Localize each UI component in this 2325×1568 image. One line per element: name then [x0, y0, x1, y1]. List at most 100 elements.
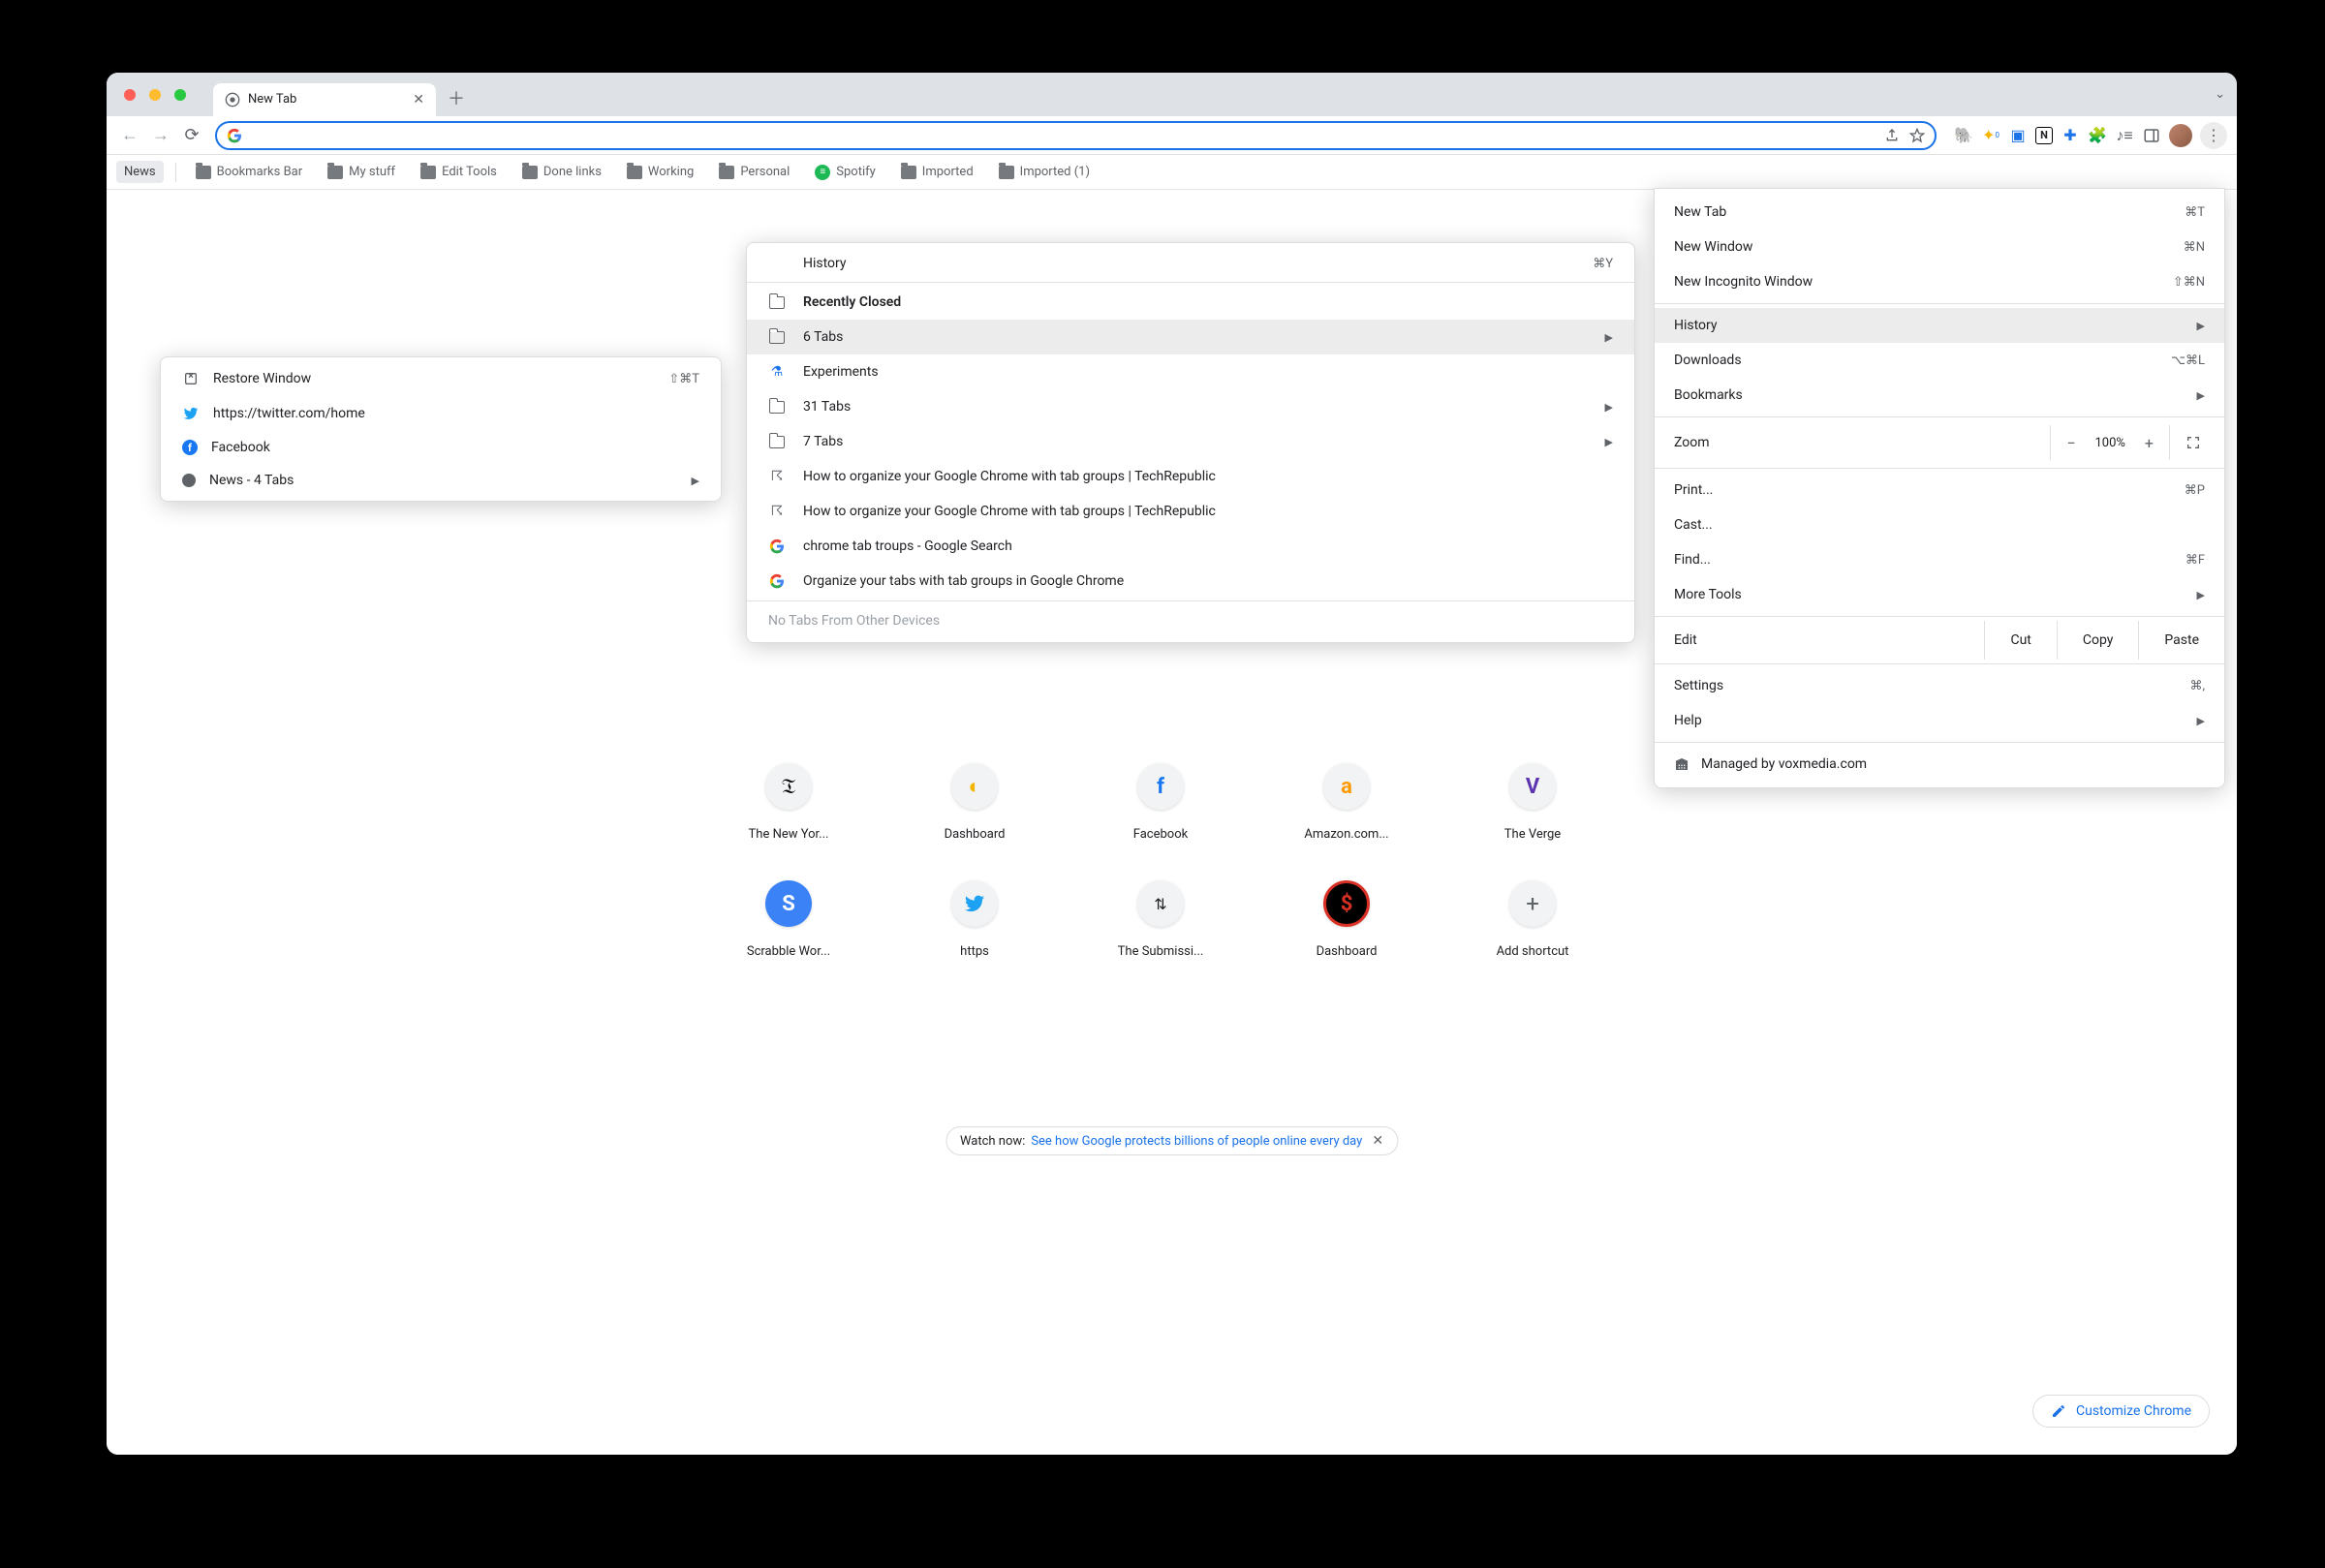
history-item[interactable]: 6 Tabs ▶ [747, 320, 1634, 354]
side-panel-icon[interactable] [2142, 126, 2161, 145]
menu-bookmarks[interactable]: Bookmarks▶ [1655, 378, 2224, 413]
menu-find[interactable]: Find...⌘F [1655, 542, 2224, 577]
bookmark-folder[interactable]: Working [619, 161, 701, 183]
close-window-button[interactable] [124, 89, 136, 101]
maximize-window-button[interactable] [174, 89, 186, 101]
reload-button[interactable]: ⟳ [178, 122, 205, 149]
toolbar: ← → ⟳ 🐘 ✦0 ▣ N ✚ 🧩 ♪≡ ⋮ [107, 116, 2237, 155]
new-tab-button[interactable]: ＋ [448, 85, 465, 110]
extension-icon[interactable]: ✚ [2061, 126, 2080, 145]
history-item[interactable]: 31 Tabs ▶ [747, 389, 1634, 424]
close-tab-button[interactable]: ✕ [413, 92, 424, 108]
shortcut-tile[interactable]: fFacebook [1068, 763, 1254, 842]
menu-print[interactable]: Print...⌘P [1655, 473, 2224, 507]
bookmark-folder[interactable]: Done links [514, 161, 609, 183]
chevron-right-icon: ▶ [692, 475, 699, 487]
folder-icon [768, 293, 786, 311]
bookmark-folder[interactable]: Personal [711, 161, 797, 183]
evernote-extension-icon[interactable]: 🐘 [1954, 126, 1973, 145]
menu-settings[interactable]: Settings⌘, [1655, 668, 2224, 703]
shortcut-tile[interactable]: $Dashboard [1254, 880, 1440, 959]
menu-paste[interactable]: Paste [2138, 621, 2224, 660]
profile-avatar[interactable] [2169, 124, 2192, 147]
zoom-in-button[interactable]: + [2145, 434, 2154, 452]
pencil-icon [2051, 1403, 2066, 1419]
browser-tab[interactable]: New Tab ✕ [213, 83, 436, 116]
customize-chrome-button[interactable]: Customize Chrome [2032, 1395, 2210, 1428]
share-icon[interactable] [1884, 128, 1900, 143]
menu-help[interactable]: Help▶ [1655, 703, 2224, 738]
history-item[interactable]: ⚗ Experiments [747, 354, 1634, 389]
shortcut-tile[interactable]: SScrabble Wor... [696, 880, 882, 959]
bookmark-folder[interactable]: Imported [893, 161, 981, 183]
bookmark-folder[interactable]: Bookmarks Bar [188, 161, 311, 183]
address-bar[interactable] [215, 121, 1937, 150]
ntp-shortcuts: 𝔗The New Yor... ◐Dashboard fFacebook aAm… [696, 763, 1626, 959]
notion-extension-icon[interactable]: N [2035, 127, 2053, 144]
menu-new-tab[interactable]: New Tab⌘T [1655, 195, 2224, 230]
bookmark-item[interactable]: ≡Spotify [807, 161, 884, 184]
zoom-out-button[interactable]: − [2066, 434, 2075, 452]
bookmark-tab-group[interactable]: News [116, 161, 164, 183]
menu-managed-notice[interactable]: Managed by voxmedia.com [1655, 747, 2224, 782]
chevron-right-icon: ▶ [2197, 320, 2205, 332]
closed-tab-item[interactable]: f Facebook [161, 431, 721, 464]
menu-separator [1655, 416, 2224, 417]
restore-icon [182, 370, 200, 387]
folder-icon [768, 328, 786, 346]
chevron-right-icon: ▶ [1605, 401, 1613, 414]
menu-downloads[interactable]: Downloads⌥⌘L [1655, 343, 2224, 378]
flask-icon: ⚗ [768, 363, 786, 381]
browser-window: New Tab ✕ ＋ ⌄ ← → ⟳ 🐘 ✦0 ▣ N ✚ 🧩 ♪≡ [107, 73, 2237, 1455]
closed-tab-item[interactable]: https://twitter.com/home [161, 396, 721, 431]
history-item[interactable]: chrome tab troups - Google Search [747, 529, 1634, 564]
bookmark-star-icon[interactable] [1909, 128, 1925, 143]
shortcut-tile[interactable]: 𝔗The New Yor... [696, 763, 882, 842]
history-item[interactable]: Organize your tabs with tab groups in Go… [747, 564, 1634, 599]
folder-icon [420, 166, 436, 179]
history-recently-closed-header: Recently Closed [747, 285, 1634, 320]
shortcut-tile[interactable]: ◐Dashboard [882, 763, 1068, 842]
chrome-menu-button[interactable]: ⋮ [2200, 122, 2227, 149]
menu-copy[interactable]: Copy [2057, 621, 2139, 660]
history-submenu: History ⌘Y Recently Closed 6 Tabs ▶ ⚗ Ex… [746, 242, 1635, 643]
folder-icon [768, 433, 786, 450]
promo-close-icon[interactable]: ✕ [1372, 1133, 1383, 1149]
tabs-submenu: Restore Window ⇧⌘T https://twitter.com/h… [160, 356, 722, 502]
closed-tab-group-item[interactable]: News - 4 Tabs ▶ [161, 464, 721, 497]
restore-window-item[interactable]: Restore Window ⇧⌘T [161, 361, 721, 396]
bookmark-folder[interactable]: Imported (1) [991, 161, 1098, 183]
history-item[interactable]: ☈ How to organize your Google Chrome wit… [747, 459, 1634, 494]
bookmarks-bar: News Bookmarks Bar My stuff Edit Tools D… [107, 155, 2237, 190]
menu-zoom-row: Zoom − 100% + [1655, 421, 2224, 464]
shortcut-tile[interactable]: aAmazon.com... [1254, 763, 1440, 842]
extension-icon[interactable]: ✦0 [1981, 126, 2000, 145]
history-item[interactable]: ☈ How to organize your Google Chrome wit… [747, 494, 1634, 529]
back-button[interactable]: ← [116, 122, 143, 149]
shortcut-tile[interactable]: ⇅The Submissi... [1068, 880, 1254, 959]
folder-icon [196, 166, 211, 179]
tab-list-dropdown[interactable]: ⌄ [2215, 87, 2225, 102]
add-shortcut-tile[interactable]: +Add shortcut [1440, 880, 1626, 959]
bookmark-folder[interactable]: Edit Tools [413, 161, 505, 183]
promo-chip[interactable]: Watch now: See how Google protects billi… [946, 1126, 1398, 1155]
menu-new-incognito[interactable]: New Incognito Window⇧⌘N [1655, 264, 2224, 299]
menu-cut[interactable]: Cut [1984, 621, 2056, 660]
minimize-window-button[interactable] [149, 89, 161, 101]
extensions-puzzle-icon[interactable]: 🧩 [2088, 126, 2107, 145]
shortcut-tile[interactable]: VThe Verge [1440, 763, 1626, 842]
menu-cast[interactable]: Cast... [1655, 507, 2224, 542]
reading-list-icon[interactable]: ♪≡ [2115, 126, 2134, 145]
menu-history[interactable]: History▶ [1655, 308, 2224, 343]
menu-more-tools[interactable]: More Tools▶ [1655, 577, 2224, 612]
forward-button[interactable]: → [147, 122, 174, 149]
menu-new-window[interactable]: New Window⌘N [1655, 230, 2224, 264]
bookmark-folder[interactable]: My stuff [320, 161, 403, 183]
history-item[interactable]: 7 Tabs ▶ [747, 424, 1634, 459]
fullscreen-button[interactable] [2169, 425, 2216, 460]
history-item-open-history[interactable]: History ⌘Y [747, 247, 1634, 280]
chevron-right-icon: ▶ [1605, 436, 1613, 448]
promo-link[interactable]: See how Google protects billions of peop… [1031, 1134, 1362, 1149]
extension-icon[interactable]: ▣ [2008, 126, 2028, 145]
shortcut-tile[interactable]: https [882, 880, 1068, 959]
